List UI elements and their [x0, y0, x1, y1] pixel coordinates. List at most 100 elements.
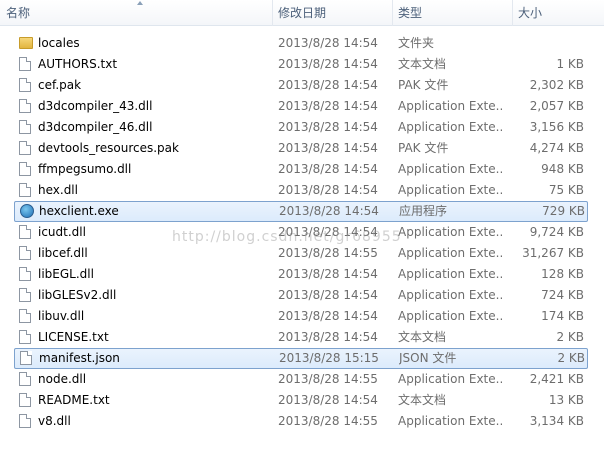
- file-row[interactable]: libcef.dll 2013/8/28 14:55 Application Ext…: [0, 243, 604, 264]
- file-size: 128 KB: [541, 267, 584, 281]
- file-name: cef.pak: [38, 78, 82, 92]
- file-size: 1 KB: [556, 57, 584, 71]
- file-type: Application Exte...: [398, 288, 502, 302]
- file-size: 9,724 KB: [529, 225, 584, 239]
- file-name: v8.dll: [38, 414, 71, 428]
- file-row[interactable]: d3dcompiler_46.dll 2013/8/28 14:54 Applica…: [0, 117, 604, 138]
- column-header-type-label: 类型: [398, 6, 423, 20]
- dll-file-icon: [19, 120, 31, 134]
- file-row[interactable]: ffmpegsumo.dll 2013/8/28 14:54 Application…: [0, 159, 604, 180]
- exe-icon: [20, 204, 34, 218]
- file-date: 2013/8/28 14:54: [278, 57, 378, 71]
- dll-file-icon: [19, 309, 31, 323]
- file-date: 2013/8/28 14:55: [278, 414, 378, 428]
- file-type: 文本文档: [398, 57, 447, 71]
- file-type: Application Exte...: [398, 162, 502, 176]
- column-header-size[interactable]: 大小: [512, 0, 604, 26]
- file-type: 文本文档: [398, 330, 447, 344]
- file-icon: [20, 351, 32, 365]
- file-date: 2013/8/28 14:54: [278, 120, 378, 134]
- file-name: d3dcompiler_46.dll: [38, 120, 153, 134]
- file-row[interactable]: manifest.json 2013/8/28 15:15 JSON 文件 2 KB: [14, 348, 588, 369]
- file-type: Application Exte...: [398, 225, 502, 239]
- file-size: 31,267 KB: [522, 246, 584, 260]
- file-type: Application Exte...: [398, 267, 502, 281]
- file-type: Application Exte...: [398, 372, 502, 386]
- file-row[interactable]: AUTHORS.txt 2013/8/28 14:54 文本文档 1 KB: [0, 54, 604, 75]
- file-date: 2013/8/28 14:54: [278, 309, 378, 323]
- file-type: 文件夹: [398, 36, 435, 50]
- file-name: d3dcompiler_43.dll: [38, 99, 153, 113]
- column-header-bar: 名称 修改日期 类型 大小: [0, 0, 604, 26]
- dll-file-icon: [19, 162, 31, 176]
- file-size: 729 KB: [542, 204, 585, 218]
- file-size: 2,057 KB: [529, 99, 584, 113]
- file-name: libGLESv2.dll: [38, 288, 117, 302]
- text-file-icon: [19, 393, 31, 407]
- file-row[interactable]: hex.dll 2013/8/28 14:54 Application Exte..…: [0, 180, 604, 201]
- file-name: libcef.dll: [38, 246, 88, 260]
- file-name: AUTHORS.txt: [38, 57, 118, 71]
- file-type: Application Exte...: [398, 99, 502, 113]
- folder-icon: [19, 37, 33, 49]
- file-date: 2013/8/28 14:54: [278, 393, 378, 407]
- file-date: 2013/8/28 14:54: [278, 99, 378, 113]
- file-size: 174 KB: [541, 309, 584, 323]
- file-row[interactable]: d3dcompiler_43.dll 2013/8/28 14:54 Applica…: [0, 96, 604, 117]
- file-name: hex.dll: [38, 183, 78, 197]
- file-name: ffmpegsumo.dll: [38, 162, 132, 176]
- dll-file-icon: [19, 267, 31, 281]
- file-type: Application Exte...: [398, 246, 502, 260]
- file-size: 948 KB: [541, 162, 584, 176]
- column-header-date-label: 修改日期: [278, 6, 327, 20]
- file-type: PAK 文件: [398, 78, 449, 92]
- file-date: 2013/8/28 14:55: [278, 246, 378, 260]
- file-row[interactable]: devtools_resources.pak 2013/8/28 14:54 PAK…: [0, 138, 604, 159]
- column-header-date[interactable]: 修改日期: [272, 0, 392, 26]
- file-date: 2013/8/28 15:15: [279, 351, 379, 365]
- file-size: 3,156 KB: [529, 120, 584, 134]
- file-type: 文本文档: [398, 393, 447, 407]
- file-date: 2013/8/28 14:54: [278, 267, 378, 281]
- dll-file-icon: [19, 246, 31, 260]
- dll-file-icon: [19, 99, 31, 113]
- file-row[interactable]: icudt.dll 2013/8/28 14:54 Application Exte…: [0, 222, 604, 243]
- file-size: 2,421 KB: [529, 372, 584, 386]
- column-header-name[interactable]: 名称: [0, 0, 272, 26]
- file-list: locales 2013/8/28 14:54 文件夹 AUTHORS.txt 2013…: [0, 33, 604, 432]
- file-row[interactable]: libuv.dll 2013/8/28 14:54 Application Exte…: [0, 306, 604, 327]
- file-date: 2013/8/28 14:55: [278, 372, 378, 386]
- file-date: 2013/8/28 14:54: [278, 78, 378, 92]
- dll-file-icon: [19, 288, 31, 302]
- file-row[interactable]: cef.pak 2013/8/28 14:54 PAK 文件 2,302 KB: [0, 75, 604, 96]
- file-type: Application Exte...: [398, 414, 502, 428]
- file-name: icudt.dll: [38, 225, 86, 239]
- dll-file-icon: [19, 225, 31, 239]
- column-header-size-label: 大小: [518, 6, 543, 20]
- dll-file-icon: [19, 372, 31, 386]
- file-date: 2013/8/28 14:54: [278, 330, 378, 344]
- file-row[interactable]: LICENSE.txt 2013/8/28 14:54 文本文档 2 KB: [0, 327, 604, 348]
- sort-ascending-icon: [137, 1, 143, 5]
- file-row[interactable]: hexclient.exe 2013/8/28 14:54 应用程序 729 KB: [14, 201, 588, 222]
- file-size: 75 KB: [548, 183, 584, 197]
- dll-file-icon: [19, 414, 31, 428]
- file-name: README.txt: [38, 393, 110, 407]
- file-type: Application Exte...: [398, 120, 502, 134]
- file-name: hexclient.exe: [39, 204, 119, 218]
- column-header-type[interactable]: 类型: [392, 0, 512, 26]
- file-row[interactable]: locales 2013/8/28 14:54 文件夹: [0, 33, 604, 54]
- file-date: 2013/8/28 14:54: [278, 288, 378, 302]
- file-name: manifest.json: [39, 351, 120, 365]
- file-name: devtools_resources.pak: [38, 141, 179, 155]
- file-row[interactable]: libGLESv2.dll 2013/8/28 14:54 Application …: [0, 285, 604, 306]
- file-row[interactable]: v8.dll 2013/8/28 14:55 Application Exte...…: [0, 411, 604, 432]
- file-type: PAK 文件: [398, 141, 449, 155]
- file-size: 3,134 KB: [529, 414, 584, 428]
- file-date: 2013/8/28 14:54: [278, 162, 378, 176]
- file-row[interactable]: README.txt 2013/8/28 14:54 文本文档 13 KB: [0, 390, 604, 411]
- file-name: node.dll: [38, 372, 87, 386]
- file-row[interactable]: libEGL.dll 2013/8/28 14:54 Application Ext…: [0, 264, 604, 285]
- dll-file-icon: [19, 183, 31, 197]
- file-row[interactable]: node.dll 2013/8/28 14:55 Application Exte.…: [0, 369, 604, 390]
